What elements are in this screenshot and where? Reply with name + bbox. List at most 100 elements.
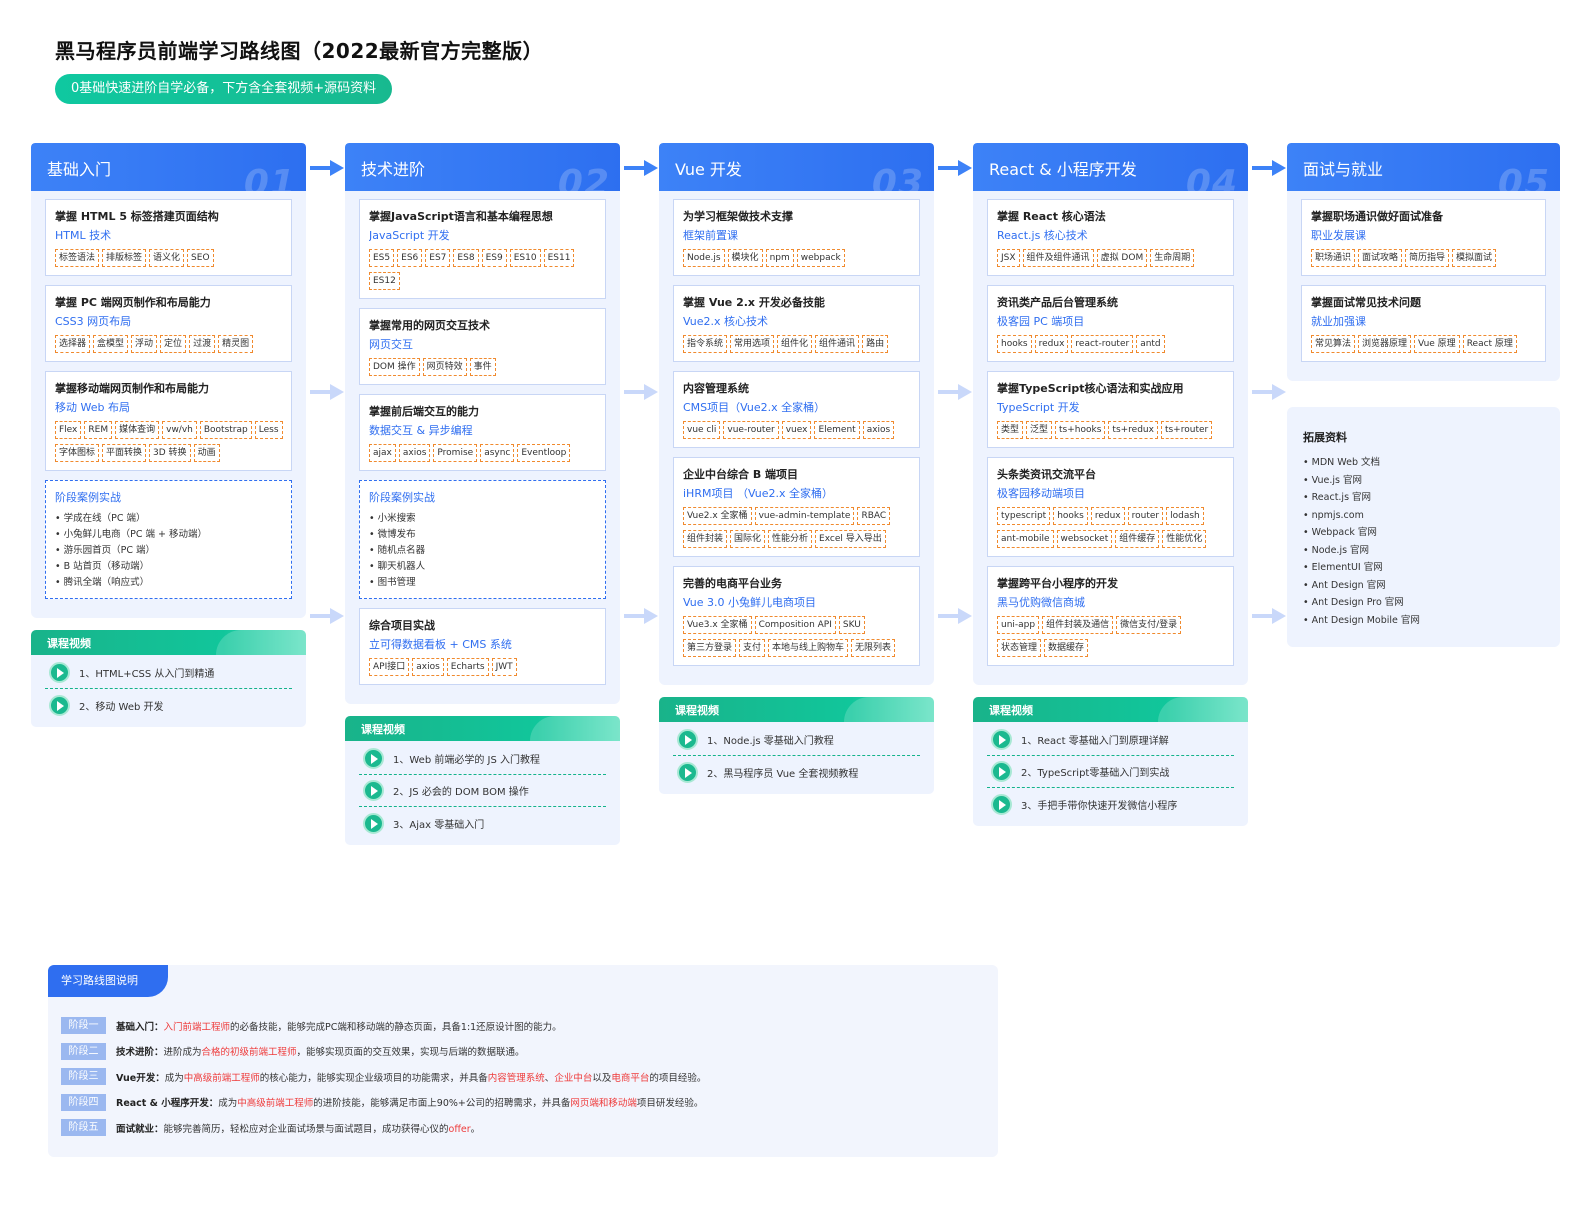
course-video-item[interactable]: 2、JS 必会的 DOM BOM 操作 [359,775,606,807]
legend-row: 阶段三 Vue开发：成为中高级前端工程师的核心能力，能够实现企业级项目的功能需求，… [61,1064,706,1090]
play-icon[interactable] [363,748,384,769]
legend-stage-name: Vue开发： [116,1072,165,1084]
legend-fragment: 的项目经验。 [649,1072,707,1084]
column-number: 04 [1185,163,1238,191]
tag-list: 常见算法 浏览器原理 Vue 原理 React 原理 [1311,335,1537,353]
column-panel: 基础入门 01 掌握 HTML 5 标签搭建页面结构 HTML 技术 标签语法 排版标签语… [31,143,306,618]
skill-tag: ajax [369,444,396,462]
skill-tag: 无限列表 [851,639,896,657]
stage-badge: 阶段二 [61,1042,106,1060]
course-video-item[interactable]: 2、TypeScript零基础入门到实战 [987,756,1234,788]
column-header: 基础入门 01 [31,143,306,191]
skill-tag: 浮动 [131,335,158,353]
column-panel: Vue 开发 03 为学习框架做技术支撑 框架前置课 Node.js 模块化 npm webp… [659,143,934,685]
case-study-card: 阶段案例实战学成在线（PC 端）小兔鲜儿电商（PC 端 + 移动端）游乐园首页（… [45,480,292,599]
resource-link[interactable]: Ant Design Pro 官网 [1303,594,1544,612]
card-subtitle: Vue2.x 核心技术 [683,315,769,328]
card-subtitle: 网页交互 [369,338,413,351]
course-video-list: 1、HTML+CSS 从入门到精通 2、移动 Web 开发 [31,655,306,727]
play-icon[interactable] [991,729,1012,750]
resource-link[interactable]: ElementUI 官网 [1303,559,1544,577]
skill-tag: hooks [997,335,1032,353]
flow-arrow-icon [624,160,658,176]
skill-tag: vue cli [683,421,721,439]
resource-link[interactable]: Ant Design Mobile 官网 [1303,612,1544,630]
case-study-item: 小兔鲜儿电商（PC 端 + 移动端） [55,527,282,543]
skill-card: 掌握前后端交互的能力 数据交互 & 异步编程 ajax axios Promise asy… [359,394,606,471]
course-video-item[interactable]: 2、黑马程序员 Vue 全套视频教程 [673,756,920,788]
skill-tag: 本地与线上购物车 [768,639,849,657]
roadmap-column-5: 面试与就业 05 掌握职场通识做好面试准备 职业发展课 职场通识 面试攻略 简历指导 模拟面试… [1287,143,1560,381]
resource-link[interactable]: Node.js 官网 [1303,542,1544,560]
resource-link[interactable]: Vue.js 官网 [1303,472,1544,490]
course-video-item[interactable]: 2、移动 Web 开发 [45,689,292,721]
course-video-item[interactable]: 1、HTML+CSS 从入门到精通 [45,657,292,689]
column-number: 02 [557,163,610,191]
skill-card: 掌握 HTML 5 标签搭建页面结构 HTML 技术 标签语法 排版标签 语义化 SEO [45,199,292,276]
card-subtitle: TypeScript 开发 [997,401,1080,414]
resource-link[interactable]: React.js 官网 [1303,489,1544,507]
card-subtitle: 移动 Web 布局 [55,401,130,414]
subtitle-badge: 0基础快速进阶自学必备，下方含全套视频+源码资料 [55,74,393,104]
play-icon[interactable] [677,729,698,750]
tag-list: Flex REM 媒体查询 vw/vh Bootstrap Less 字体图标 平面转换 3D … [55,421,283,462]
card-subtitle: 数据交互 & 异步编程 [369,424,473,437]
card-subtitle: iHRM项目 （Vue2.x 全家桶） [683,487,833,500]
skill-tag: Flex [55,421,82,439]
legend-text: Vue开发：成为中高级前端工程师的核心能力，能够实现企业级项目的功能需求，并具备… [116,1070,706,1084]
resources-panel: 拓展资料 MDN Web 文档Vue.js 官网React.js 官网npmjs… [1287,407,1560,647]
play-icon[interactable] [991,761,1012,782]
course-video-header: 课程视频 [659,697,934,722]
stage-badge: 阶段五 [61,1119,106,1137]
skill-tag: Excel 导入导出 [815,530,886,548]
skill-tag: 数据缓存 [1044,639,1089,657]
course-video-item[interactable]: 1、Web 前端必学的 JS 入门教程 [359,743,606,775]
card-title: 资讯类产品后台管理系统 [997,296,1118,309]
skill-card: 掌握常用的网页交互技术 网页交互 DOM 操作 网页特效 事件 [359,308,606,385]
skill-tag: websocket [1056,530,1113,548]
skill-tag: ts+redux [1108,421,1158,439]
resource-link[interactable]: Webpack 官网 [1303,524,1544,542]
resource-link[interactable]: npmjs.com [1303,507,1544,525]
skill-tag: SEO [187,249,214,267]
course-video-item[interactable]: 1、Node.js 零基础入门教程 [673,724,920,756]
legend-text: 面试就业：能够完善简历，轻松应对企业面试场景与面试题目，成功获得心仪的offer… [116,1121,480,1135]
play-icon[interactable] [677,761,698,783]
flow-arrow-icon [1252,160,1286,176]
legend-panel: 学习路线图说明 阶段一 基础入门：入门前端工程师的必备技能，能够完成PC端和移动端… [48,965,998,1157]
resource-link[interactable]: MDN Web 文档 [1303,454,1544,472]
skill-tag: 虚拟 DOM [1096,249,1148,267]
skill-tag: 组件通讯 [815,335,860,353]
skill-tag: antd [1136,335,1165,353]
skill-tag: uni-app [997,616,1040,634]
resource-link[interactable]: Ant Design 官网 [1303,577,1544,595]
skill-tag: npm [765,249,794,267]
legend-stage-name: 面试就业： [116,1123,164,1135]
skill-tag: vw/vh [162,421,197,439]
column-header: 面试与就业 05 [1287,143,1560,191]
course-video-item[interactable]: 3、手把手带你快速开发微信小程序 [987,788,1234,820]
course-video-item[interactable]: 1、React 零基础入门到原理详解 [987,724,1234,756]
skill-tag: axios [412,658,444,676]
play-icon[interactable] [991,793,1012,815]
flow-arrow-icon [938,160,972,176]
course-video-item[interactable]: 3、Ajax 零基础入门 [359,807,606,839]
card-title: 掌握TypeScript核心语法和实战应用 [997,382,1184,395]
card-subtitle: CMS项目（Vue2.x 全家桶） [683,401,826,414]
tag-list: uni-app 组件封装及通信 微信支付/登录 状态管理 数据缓存 [997,616,1225,657]
tag-list: DOM 操作 网页特效 事件 [369,358,597,376]
tag-list: Vue2.x 全家桶 vue-admin-template RBAC 组件封装 国际化性… [683,507,911,548]
course-video-label: 1、Web 前端必学的 JS 入门教程 [393,755,540,766]
course-video-list: 1、React 零基础入门到原理详解 2、TypeScript零基础入门到实战 3、… [973,722,1248,826]
course-video-header: 课程视频 [345,716,620,741]
play-icon[interactable] [363,812,384,834]
play-icon[interactable] [49,694,70,716]
skill-tag: 媒体查询 [115,421,160,439]
course-video-label: 3、手把手带你快速开发微信小程序 [1021,800,1178,812]
column-number: 01 [243,163,296,191]
play-icon[interactable] [363,780,384,801]
course-video-label: 1、React 零基础入门到原理详解 [1021,736,1169,747]
column-body: 为学习框架做技术支撑 框架前置课 Node.js 模块化 npm webpack 掌握 Vu… [659,191,934,685]
play-icon[interactable] [49,662,70,683]
case-study-card: 阶段案例实战小米搜索微博发布随机点名器聊天机器人图书管理 [359,480,606,599]
